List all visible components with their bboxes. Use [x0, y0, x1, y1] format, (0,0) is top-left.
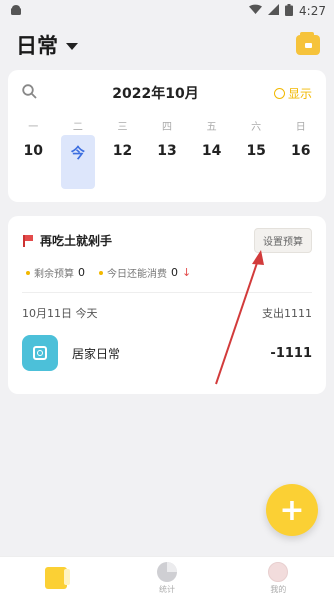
radio-circle-icon: [273, 87, 285, 99]
tissue-roll-icon: [22, 335, 58, 371]
record-item[interactable]: 居家日常 -1111: [8, 321, 326, 371]
calendar-month-label[interactable]: 2022年10月: [112, 83, 198, 103]
calendar-day[interactable]: 10: [16, 135, 51, 189]
today-spendable-label: 今日还能消费: [107, 269, 167, 280]
wallet-icon[interactable]: [296, 32, 320, 55]
book-selector[interactable]: 日常: [16, 30, 78, 60]
weekday-label: 二: [72, 122, 83, 133]
nav-label: 统计: [158, 585, 175, 594]
weekday-label: 五: [206, 122, 217, 133]
budget-name-label: 再吃土就剁手: [40, 234, 113, 248]
day-row: 10 今 12 13 14 15 16: [8, 135, 326, 189]
day-summary-date: 10月11日 今天: [22, 307, 98, 320]
weekday-label: 三: [117, 122, 128, 133]
weekday-label: 一: [28, 122, 39, 133]
calendar-day[interactable]: 13: [150, 135, 185, 189]
set-budget-button[interactable]: 设置预算: [254, 228, 312, 253]
today-spendable: 今日还能消费 0 ↓: [99, 265, 191, 280]
avatar-icon: [268, 562, 289, 582]
signal-icon: [268, 4, 280, 18]
weekday-label: 日: [295, 122, 306, 133]
book-title: 日常: [16, 34, 58, 58]
clock-time: 4:27: [299, 4, 326, 18]
budget-card: 再吃土就剁手 设置预算 剩余预算 0 今日还能消费 0 ↓ 10月11日 今天 …: [8, 216, 326, 394]
calendar-day-today[interactable]: 今: [60, 135, 96, 189]
nav-label: 我的: [270, 585, 287, 594]
remaining-budget: 剩余预算 0: [26, 265, 85, 280]
calendar-day[interactable]: 14: [194, 135, 229, 189]
bottom-nav: 统计 我的: [0, 556, 334, 600]
calendar-card: 2022年10月 显示 一 二 三 四 五 六 日 10 今 12 13 14 …: [8, 70, 326, 202]
day-summary-row: 10月11日 今天 支出1111: [8, 293, 326, 321]
show-toggle[interactable]: 显示: [273, 85, 312, 102]
app-header: 日常: [0, 22, 334, 68]
weekday-row: 一 二 三 四 五 六 日: [8, 118, 326, 133]
android-icon: [10, 4, 22, 19]
flag-icon: [22, 234, 34, 247]
calendar-day[interactable]: 15: [239, 135, 274, 189]
record-amount: -1111: [270, 345, 312, 361]
caret-down-icon: [66, 36, 78, 55]
search-icon[interactable]: [22, 83, 37, 103]
status-bar: 4:27: [0, 0, 334, 22]
weekday-label: 四: [162, 122, 173, 133]
nav-item-stats[interactable]: 统计: [111, 557, 222, 600]
remaining-budget-value: 0: [78, 266, 85, 279]
book-icon: [44, 566, 70, 589]
today-spendable-value: 0: [171, 266, 178, 279]
weekday-label: 六: [251, 122, 262, 133]
budget-name: 再吃土就剁手: [22, 232, 112, 249]
arrow-down-icon: ↓: [182, 266, 192, 279]
calendar-day[interactable]: 16: [283, 135, 318, 189]
add-record-button[interactable]: +: [266, 484, 318, 536]
day-summary-spend: 支出1111: [262, 307, 312, 320]
pie-chart-icon: [156, 562, 177, 582]
budget-stats: 剩余预算 0 今日还能消费 0 ↓: [8, 253, 326, 280]
show-toggle-label: 显示: [287, 86, 312, 101]
wifi-icon: [249, 4, 263, 18]
battery-icon: [285, 3, 294, 19]
nav-item-me[interactable]: 我的: [223, 557, 334, 600]
remaining-budget-label: 剩余预算: [34, 269, 74, 280]
nav-item-book[interactable]: [0, 557, 111, 600]
calendar-day[interactable]: 12: [105, 135, 140, 189]
record-name: 居家日常: [72, 346, 121, 361]
